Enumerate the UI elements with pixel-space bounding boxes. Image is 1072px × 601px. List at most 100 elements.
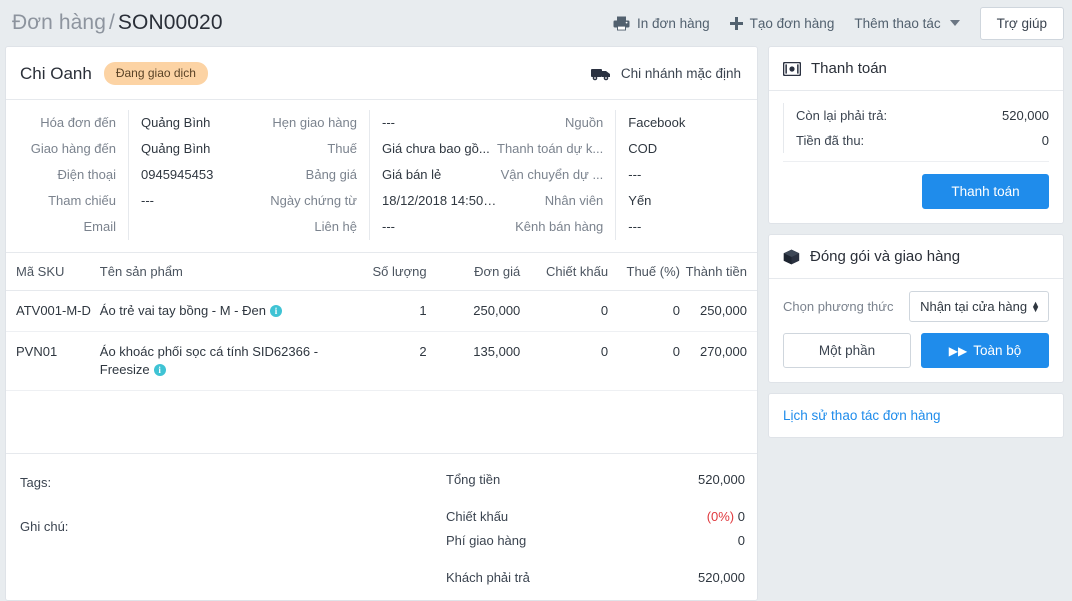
- help-button[interactable]: Trợ giúp: [980, 7, 1064, 40]
- partial-shipment-button[interactable]: Một phần: [783, 333, 911, 368]
- info-labels-1: Hóa đơn đến Giao hàng đến Điện thoại Tha…: [6, 110, 128, 240]
- payment-row-value: 0: [1042, 133, 1049, 148]
- summary-row-subtotal: Tổng tiền 520,000: [446, 468, 745, 492]
- info-label: Tham chiếu: [6, 188, 116, 214]
- payment-button-row: Thanh toán: [783, 174, 1049, 209]
- info-column-1: Hóa đơn đến Giao hàng đến Điện thoại Tha…: [6, 110, 254, 240]
- info-value: 18/12/2018 14:50:...: [382, 188, 497, 214]
- th-total: Thành tiền: [680, 253, 757, 291]
- order-info-grid: Hóa đơn đến Giao hàng đến Điện thoại Tha…: [6, 100, 757, 253]
- print-order-label: In đơn hàng: [637, 16, 710, 31]
- chevron-down-icon: [950, 20, 960, 26]
- plus-icon: [730, 17, 743, 30]
- page-layout: Chi Oanh Đang giao dịch Chi nhánh mặc đị…: [0, 46, 1072, 601]
- shipping-card-title: Đóng gói và giao hàng: [810, 248, 960, 265]
- summary-value: 520,000: [698, 468, 745, 492]
- th-price: Đơn giá: [427, 253, 521, 291]
- shipping-method-row: Chọn phương thức Nhận tại cửa hàng ▲▼: [783, 291, 1049, 322]
- info-value: Yến: [628, 188, 740, 214]
- discount-percent: (0%): [707, 509, 734, 524]
- payment-card: Thanh toán Còn lại phải trả: 520,000 Tiề…: [768, 46, 1064, 224]
- customer-name[interactable]: Chi Oanh: [20, 64, 92, 84]
- cell-total: 270,000: [680, 332, 757, 391]
- main-column: Chi Oanh Đang giao dịch Chi nhánh mặc đị…: [5, 46, 758, 601]
- breadcrumb: Đơn hàng/SON00020: [12, 11, 223, 35]
- th-name: Tên sản phẩm: [100, 253, 331, 291]
- info-label: Thanh toán dự k...: [497, 136, 603, 162]
- payment-row-label: Tiền đã thu:: [796, 133, 864, 148]
- th-tax: Thuế (%): [608, 253, 680, 291]
- cell-tax: 0: [608, 291, 680, 332]
- breadcrumb-current: SON00020: [118, 11, 223, 34]
- order-history-card: Lịch sử thao tác đơn hàng: [768, 393, 1064, 438]
- info-column-2: Hẹn giao hàng Thuế Bảng giá Ngày chứng t…: [254, 110, 497, 240]
- breadcrumb-parent-link[interactable]: Đơn hàng: [12, 11, 106, 34]
- print-order-button[interactable]: In đơn hàng: [603, 10, 720, 37]
- summary-row-shipping-fee: Phí giao hàng 0: [446, 529, 745, 553]
- truck-icon: [591, 67, 611, 81]
- info-labels-3: Nguồn Thanh toán dự k... Vận chuyển dự .…: [497, 110, 615, 240]
- top-bar: Đơn hàng/SON00020 In đơn hàng Tạo đơn hà…: [0, 0, 1072, 46]
- more-actions-dropdown[interactable]: Thêm thao tác: [844, 10, 969, 37]
- table-row[interactable]: PVN01 Áo khoác phối sọc cá tính SID62366…: [6, 332, 757, 391]
- info-value: Facebook: [628, 110, 740, 136]
- info-label: Bảng giá: [254, 162, 357, 188]
- order-summary: Tags: Ghi chú: Tổng tiền 520,000 Chiết k…: [6, 453, 757, 600]
- payment-row-value: 520,000: [1002, 108, 1049, 123]
- cell-tax: 0: [608, 332, 680, 391]
- info-value: Quảng Bình: [141, 136, 254, 162]
- cell-total: 250,000: [680, 291, 757, 332]
- table-row[interactable]: ATV001-M-D Áo trẻ vai tay bồng - M - Đen…: [6, 291, 757, 332]
- cell-name: Áo trẻ vai tay bồng - M - Đen i: [100, 291, 331, 332]
- payment-card-body: Còn lại phải trả: 520,000 Tiền đã thu: 0…: [769, 91, 1063, 223]
- info-value: ---: [141, 188, 254, 214]
- product-name: Áo trẻ vai tay bồng - M - Đen: [100, 303, 266, 318]
- cell-discount: 0: [520, 291, 608, 332]
- cell-name: Áo khoác phối sọc cá tính SID62366 - Fre…: [100, 332, 331, 391]
- cell-quantity: 1: [331, 291, 427, 332]
- cell-sku: PVN01: [6, 332, 100, 391]
- summary-row-grand-total: Khách phải trả 520,000: [446, 566, 745, 590]
- full-shipment-button[interactable]: ▶▶Toàn bộ: [921, 333, 1049, 368]
- cell-price: 250,000: [427, 291, 521, 332]
- shipping-card-body: Chọn phương thức Nhận tại cửa hàng ▲▼ Mộ…: [769, 279, 1063, 382]
- payment-button[interactable]: Thanh toán: [922, 174, 1049, 209]
- summary-value: 0: [738, 529, 745, 553]
- table-header-row: Mã SKU Tên sản phẩm Số lượng Đơn giá Chi…: [6, 253, 757, 291]
- note-label: Ghi chú:: [20, 519, 68, 534]
- summary-row-discount: Chiết khấu (0%) 0: [446, 505, 745, 529]
- full-shipment-label: Toàn bộ: [973, 343, 1021, 358]
- tags-row[interactable]: Tags:: [20, 468, 446, 512]
- payment-card-title: Thanh toán: [811, 60, 887, 77]
- summary-label: Khách phải trả: [446, 566, 530, 590]
- create-order-label: Tạo đơn hàng: [750, 16, 835, 31]
- shipping-card-header: Đóng gói và giao hàng: [769, 235, 1063, 279]
- info-value: ---: [382, 110, 497, 136]
- package-icon: [783, 249, 800, 265]
- info-values-3: Facebook COD --- Yến ---: [615, 110, 740, 240]
- info-label: Email: [6, 214, 116, 240]
- info-icon[interactable]: i: [270, 305, 282, 317]
- info-icon[interactable]: i: [154, 364, 166, 376]
- create-order-button[interactable]: Tạo đơn hàng: [720, 10, 845, 37]
- cell-price: 135,000: [427, 332, 521, 391]
- note-row[interactable]: Ghi chú:: [20, 512, 446, 556]
- info-label: Hóa đơn đến: [6, 110, 116, 136]
- info-label: Vận chuyển dự ...: [497, 162, 603, 188]
- order-history-link[interactable]: Lịch sử thao tác đơn hàng: [783, 408, 941, 423]
- info-label: Nguồn: [497, 110, 603, 136]
- info-label: Hẹn giao hàng: [254, 110, 357, 136]
- product-name: Áo khoác phối sọc cá tính SID62366 - Fre…: [100, 344, 318, 377]
- summary-right: Tổng tiền 520,000 Chiết khấu (0%) 0 Phí …: [446, 468, 757, 590]
- shipping-card: Đóng gói và giao hàng Chọn phương thức N…: [768, 234, 1064, 383]
- th-sku: Mã SKU: [6, 253, 100, 291]
- th-quantity: Số lượng: [331, 253, 427, 291]
- shipping-method-select[interactable]: Nhận tại cửa hàng ▲▼: [909, 291, 1049, 322]
- info-values-1: Quảng Bình Quảng Bình 0945945453 ---: [128, 110, 254, 240]
- payment-rows: Còn lại phải trả: 520,000 Tiền đã thu: 0: [783, 103, 1049, 162]
- info-label: Giao hàng đến: [6, 136, 116, 162]
- cell-quantity: 2: [331, 332, 427, 391]
- stepper-icon: ▲▼: [1031, 302, 1040, 312]
- summary-label: Phí giao hàng: [446, 529, 526, 553]
- payment-row-remaining: Còn lại phải trả: 520,000: [783, 103, 1049, 128]
